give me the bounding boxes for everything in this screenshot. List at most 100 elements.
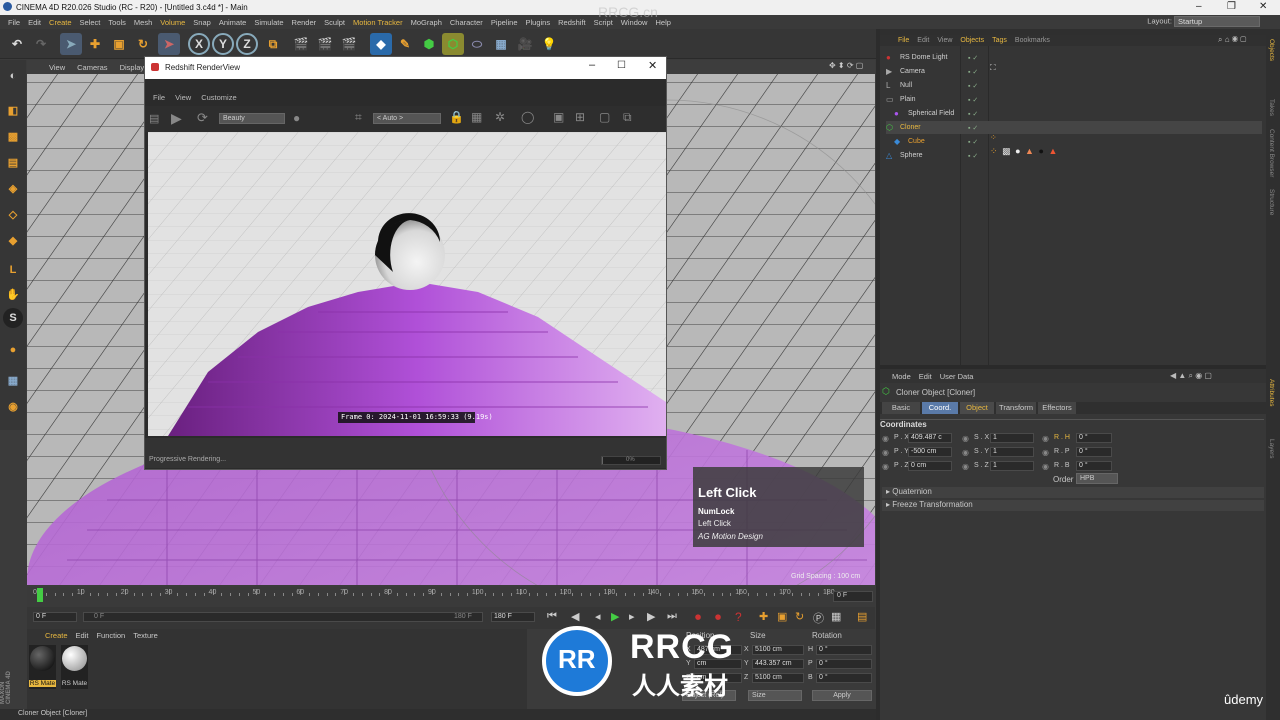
visibility-toggle-icon[interactable]: ▪ ✓ xyxy=(968,124,978,132)
attr-menu-user-data[interactable]: User Data xyxy=(936,372,978,381)
snapshot-icon[interactable]: ▤ xyxy=(149,112,159,125)
coord-size-dropdown[interactable]: Size xyxy=(748,690,802,701)
object-row-camera[interactable]: ▶ Camera ▪ ✓ xyxy=(886,65,1262,78)
side-tab-structure[interactable]: Structure xyxy=(1268,189,1275,215)
tag-red-icon[interactable]: ▲ xyxy=(1048,146,1058,156)
attr-dot-icon[interactable]: ◉ xyxy=(962,462,969,471)
minimize-icon[interactable]: – xyxy=(1196,1,1202,12)
refresh-icon[interactable]: ⟳ xyxy=(197,110,208,126)
material-slot-2[interactable]: RS Mate xyxy=(61,645,88,689)
side-tab-content-browser[interactable]: Content Browser xyxy=(1268,129,1275,177)
material-menu-texture[interactable]: Texture xyxy=(129,631,162,640)
renderview-close-icon[interactable]: ✕ xyxy=(648,59,657,72)
attr-dot-icon[interactable]: ◉ xyxy=(962,434,969,443)
material-menu-function[interactable]: Function xyxy=(92,631,129,640)
viewport-nav-icons[interactable]: ✥ ⬍ ⟳ ▢ xyxy=(829,61,863,70)
objmgr-menu-bookmarks[interactable]: Bookmarks xyxy=(1011,35,1054,46)
menu-create[interactable]: Create xyxy=(45,18,76,27)
add-icon[interactable]: ⊞ xyxy=(575,110,585,124)
attr-field-r[interactable]: 0 ° xyxy=(1076,447,1112,457)
coord-apply-button[interactable]: Apply xyxy=(812,690,872,701)
attr-field-p[interactable]: -500 cm xyxy=(908,447,952,457)
objmgr-search-icons[interactable]: ⌕ ⌂ ◉ ▢ xyxy=(1218,35,1246,45)
visibility-toggle-icon[interactable]: ▪ ✓ xyxy=(968,54,978,62)
tag-rs-icon[interactable]: ⁘ xyxy=(990,146,999,156)
rgb-channel-icon[interactable]: ● xyxy=(293,111,300,125)
order-dropdown[interactable]: HPB xyxy=(1076,473,1118,484)
attr-field-p[interactable]: 0 cm xyxy=(908,461,952,471)
objmgr-menu-tags[interactable]: Tags xyxy=(988,35,1011,46)
coord-rotation-field[interactable]: 0 ° xyxy=(816,673,872,683)
lock-icon[interactable]: 🔒 xyxy=(449,110,464,124)
object-row-null[interactable]: L Null ▪ ✓ xyxy=(886,79,1262,92)
attr-menu-edit[interactable]: Edit xyxy=(915,372,936,381)
menu-sculpt[interactable]: Sculpt xyxy=(320,18,349,27)
save-image-icon[interactable]: ▣ xyxy=(553,110,564,124)
renderview-maximize-icon[interactable]: ☐ xyxy=(617,60,626,71)
resolution-dropdown[interactable]: < Auto > xyxy=(373,113,441,124)
tag-camera-icon[interactable]: ⛶ xyxy=(990,63,996,72)
key-rotation-icon[interactable]: ↻ xyxy=(795,610,804,623)
attr-field-p[interactable]: 409.487 c xyxy=(908,433,952,443)
attr-field-s[interactable]: 1 xyxy=(990,447,1034,457)
menu-edit[interactable]: Edit xyxy=(24,18,45,27)
attr-field-s[interactable]: 1 xyxy=(990,433,1034,443)
visibility-toggle-icon[interactable]: ▪ ✓ xyxy=(968,68,978,76)
grid-lock-icon[interactable]: ▦ xyxy=(3,370,23,390)
x-axis-icon[interactable]: X xyxy=(188,33,210,55)
visibility-toggle-icon[interactable]: ▪ ✓ xyxy=(968,138,978,146)
points-mode-icon[interactable]: ◈ xyxy=(3,178,23,198)
attr-field-r[interactable]: 0 ° xyxy=(1076,461,1112,471)
camera-object-icon[interactable]: 🎥 xyxy=(514,33,536,55)
rotate-tool-icon[interactable]: ↻ xyxy=(132,33,154,55)
ipr-icon[interactable]: ▢ xyxy=(599,110,610,124)
attr-tab-effectors[interactable]: Effectors xyxy=(1038,402,1076,414)
solo-icon[interactable]: ◉ xyxy=(3,396,23,416)
scale-tool-icon[interactable]: ▣ xyxy=(108,33,130,55)
key-scale-icon[interactable]: ▣ xyxy=(777,610,787,623)
mograph-cloner-icon[interactable]: ⬡ xyxy=(442,33,464,55)
make-editable-icon[interactable]: ◐ xyxy=(3,66,23,86)
object-row-plain[interactable]: ▭ Plain ▪ ✓ xyxy=(886,93,1262,106)
render-picture-viewer-icon[interactable]: 🎬 xyxy=(314,33,336,55)
side-tab-layers[interactable]: Layers xyxy=(1268,439,1275,459)
object-row-spherical-field[interactable]: ● Spherical Field ▪ ✓ xyxy=(886,107,1262,120)
menu-simulate[interactable]: Simulate xyxy=(250,18,287,27)
menu-volume[interactable]: Volume xyxy=(156,18,189,27)
key-position-icon[interactable]: ✚ xyxy=(759,610,768,623)
settings-icon[interactable]: ✲ xyxy=(495,110,505,124)
workplane-icon[interactable]: ▤ xyxy=(3,152,23,172)
renderview-minimize-icon[interactable]: – xyxy=(589,59,595,71)
tag-cube-rs-icon[interactable]: ⁘ xyxy=(990,133,997,142)
timeline-playhead[interactable] xyxy=(37,588,43,602)
object-row-cloner[interactable]: ⬡ Cloner ▪ ✓ xyxy=(886,121,1262,134)
object-row-rs-dome-light[interactable]: ● RS Dome Light ▪ ✓ xyxy=(886,51,1262,64)
attr-dot-icon[interactable]: ◉ xyxy=(962,448,969,457)
frame-range-slider[interactable]: 0 F 180 F xyxy=(83,612,483,622)
z-axis-icon[interactable]: Z xyxy=(236,33,258,55)
redo-icon[interactable]: ↷ xyxy=(30,33,52,55)
grid-overlay-icon[interactable]: ▦ xyxy=(471,110,482,124)
renderview-menu-view[interactable]: View xyxy=(171,93,195,106)
material-menu-create[interactable]: Create xyxy=(41,631,72,640)
side-tab-attributes[interactable]: Attributes xyxy=(1268,379,1275,406)
coord-size-field[interactable]: 5100 cm xyxy=(752,673,804,683)
side-tab-objects[interactable]: Objects xyxy=(1268,39,1275,61)
menu-redshift[interactable]: Redshift xyxy=(554,18,590,27)
attr-field-r[interactable]: 0 ° xyxy=(1076,433,1112,443)
menu-mesh[interactable]: Mesh xyxy=(130,18,156,27)
menu-animate[interactable]: Animate xyxy=(215,18,251,27)
play-render-icon[interactable]: ▶ xyxy=(171,110,182,127)
timeline-ruler[interactable]: 0 10 20 30 40 50 60 70 80 90 100 110 120 130 140 150 160… xyxy=(27,587,875,607)
objmgr-menu-file[interactable]: File xyxy=(894,35,913,46)
undo-icon[interactable]: ↶ xyxy=(6,33,28,55)
coord-system-icon[interactable]: ⧉ xyxy=(262,33,284,55)
menu-plugins[interactable]: Plugins xyxy=(522,18,555,27)
texture-mode-icon[interactable]: ▩ xyxy=(3,126,23,146)
attr-dot-icon[interactable]: ◉ xyxy=(882,448,889,457)
material-slot-1[interactable]: RS Mate xyxy=(29,645,56,689)
objmgr-menu-objects[interactable]: Objects xyxy=(956,35,988,46)
visibility-toggle-icon[interactable]: ▪ ✓ xyxy=(968,96,978,104)
renderview-menu-customize[interactable]: Customize xyxy=(197,93,240,106)
aov-dropdown[interactable]: Beauty xyxy=(219,113,285,124)
